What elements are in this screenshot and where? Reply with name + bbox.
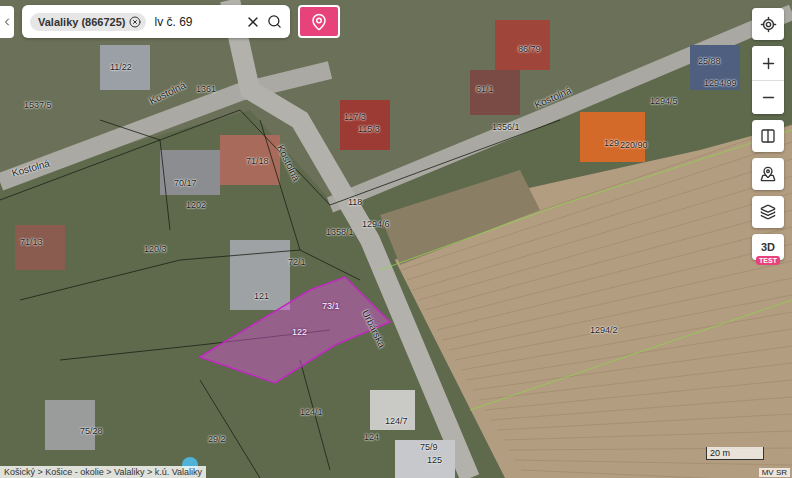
parcel-label[interactable]: 1202: [186, 200, 206, 210]
parcel-label[interactable]: 29/2: [208, 434, 226, 444]
parcel-label[interactable]: 124/1: [300, 407, 323, 417]
parcel-label[interactable]: 72/1: [288, 257, 306, 267]
test-badge: TEST: [756, 256, 780, 265]
parcel-label[interactable]: 118: [348, 197, 362, 207]
parcel-label[interactable]: 75/9: [420, 442, 438, 452]
view-toggle: 3DTEST: [752, 234, 784, 265]
parcel-label[interactable]: 25/88: [698, 56, 721, 66]
parcel-label[interactable]: 11/22: [110, 62, 132, 72]
parcel-label[interactable]: 61/1: [476, 84, 494, 94]
parcel-label[interactable]: 1294/6: [362, 219, 390, 229]
layers-button[interactable]: [752, 196, 784, 228]
search-icon: [267, 14, 282, 29]
compare-button[interactable]: [752, 120, 784, 152]
locate-button[interactable]: [752, 8, 784, 40]
parcel-label[interactable]: 125: [427, 455, 442, 465]
parcel-label[interactable]: 71/13: [20, 237, 43, 247]
parcel-label[interactable]: 1537/5: [24, 100, 52, 110]
area-chip[interactable]: Valaliky (866725): [30, 13, 146, 31]
zoom-in-button[interactable]: [752, 46, 784, 80]
zoom-out-button[interactable]: [752, 80, 784, 114]
layers-icon: [760, 204, 776, 220]
scale-bar: 20 m: [706, 447, 764, 460]
zoom-controls: [752, 46, 784, 114]
parcel-label[interactable]: 75/28: [80, 426, 103, 436]
parcel-label[interactable]: 220/90: [620, 140, 648, 150]
top-bar: Valaliky (866725): [0, 5, 340, 38]
map-pin-icon: [310, 13, 328, 31]
clear-button[interactable]: [245, 14, 261, 30]
plus-icon: [760, 55, 777, 72]
attribution: MV SR: [759, 468, 790, 477]
parcel-label[interactable]: 121: [254, 291, 269, 301]
parcel-label[interactable]: 117/3: [344, 112, 366, 122]
parcel-label[interactable]: 1294/99: [704, 78, 737, 88]
search-button[interactable]: [267, 14, 282, 29]
crosshair-icon: [760, 16, 777, 33]
parcel-label[interactable]: 120/3: [144, 244, 167, 254]
parcel-label[interactable]: 1294/2: [590, 325, 618, 335]
map-pin-icon: [760, 166, 776, 182]
parcel-label[interactable]: 1294/5: [650, 96, 678, 106]
minus-icon: [760, 89, 777, 106]
map-controls: 3DTEST: [752, 8, 784, 265]
breadcrumb: Košický > Košice - okolie > Valaliky > k…: [0, 466, 206, 478]
parcel-label[interactable]: 71/18: [246, 156, 269, 166]
parcel-label[interactable]: 1361: [196, 84, 216, 94]
pin-mode-button[interactable]: [298, 5, 340, 38]
parcel-label[interactable]: 1356/1: [492, 122, 520, 132]
parcel-label[interactable]: 115/3: [358, 124, 380, 134]
parcel-label[interactable]: 86/79: [518, 44, 541, 54]
collapse-button[interactable]: [0, 6, 14, 38]
cadastre-map-screen: KostolnáKostolnáKostolnáKostolnáUrbárska…: [0, 0, 792, 478]
compare-icon: [760, 128, 776, 144]
parcel-label[interactable]: 73/1: [322, 301, 340, 311]
parcel-label[interactable]: 124: [364, 432, 379, 442]
parcel-label[interactable]: 70/17: [174, 178, 197, 188]
basemap-button[interactable]: [752, 158, 784, 190]
chevron-left-icon: [1, 16, 13, 28]
parcel-label[interactable]: 1358/1: [326, 227, 354, 237]
parcel-label[interactable]: 129: [604, 138, 619, 148]
remove-chip-icon[interactable]: [129, 16, 141, 28]
parcel-label[interactable]: 124/7: [385, 416, 408, 426]
x-icon: [245, 14, 261, 30]
selected-parcel[interactable]: [200, 277, 390, 383]
parcel-label[interactable]: 122: [292, 327, 307, 337]
search-box[interactable]: Valaliky (866725): [22, 5, 290, 38]
search-input[interactable]: [152, 14, 239, 30]
